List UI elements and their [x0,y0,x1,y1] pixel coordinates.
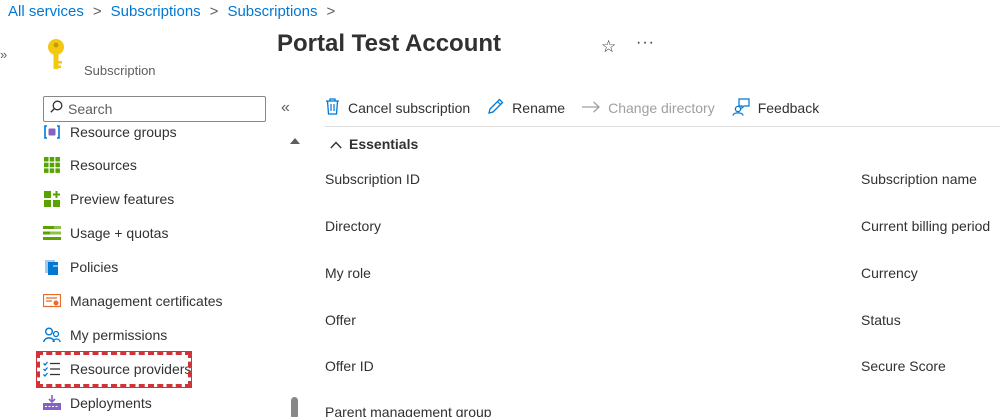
sidebar-item-resource-providers[interactable]: Resource providers [40,353,280,385]
sidebar-item-policies[interactable]: Policies [40,251,280,283]
property-label-offer: Offer [325,312,356,328]
change-directory-label: Change directory [608,100,715,116]
sidebar-item-preview-features[interactable]: Preview features [40,183,280,215]
sidebar-item-management-certificates[interactable]: Management certificates [40,285,280,317]
sidebar-item-resource-groups[interactable]: Resource groups [40,121,280,148]
breadcrumb-separator: > [326,2,336,20]
cancel-subscription-label: Cancel subscription [348,100,471,116]
sidebar-item-my-permissions[interactable]: My permissions [40,319,280,351]
sidebar-item-usage-quotas[interactable]: Usage + quotas [40,217,280,249]
property-label-directory: Directory [325,218,382,234]
sidebar-item-deployments[interactable]: Deployments [40,387,280,417]
sidebar-item-label: Resource groups [70,124,177,140]
rename-label: Rename [512,100,566,116]
divider [325,126,1000,127]
search-input[interactable] [68,101,258,117]
pencil-icon [487,98,512,118]
sidebar-item-label: Policies [70,259,119,275]
property-label-currency: Currency [861,265,918,281]
breadcrumb-subscriptions-2[interactable]: Subscriptions [227,3,317,20]
scroll-thumb[interactable] [291,397,298,417]
resources-grid-icon [43,156,61,174]
page-title: Portal Test Account [277,30,502,57]
sidebar-nav: Resource groups Resources Preview featur… [36,121,288,417]
trash-icon [325,98,348,118]
arrow-right-icon [582,100,608,116]
rename-button[interactable]: Rename [487,98,565,118]
property-label-my-role: My role [325,265,371,281]
change-directory-button[interactable]: Change directory [582,100,715,116]
collapse-menu-icon[interactable]: « [281,99,290,117]
feedback-icon [732,97,758,119]
scroll-up-arrow-icon[interactable] [290,138,300,144]
sidebar-item-label: Resource providers [70,361,192,377]
key-icon [44,37,70,73]
resource-type-label: Subscription [84,63,156,78]
more-options-icon[interactable]: ··· [636,34,655,52]
breadcrumb: All services > Subscriptions > Subscript… [8,1,344,21]
sidebar-item-resources[interactable]: Resources [40,149,280,181]
preview-features-icon [43,190,61,208]
sidebar-item-label: Management certificates [70,293,223,309]
sidebar-item-label: Resources [70,157,137,173]
sidebar-item-label: Deployments [70,395,152,411]
deployments-icon [43,394,61,412]
breadcrumb-separator: > [92,2,102,20]
search-icon [50,100,63,118]
property-label-offer-id: Offer ID [325,358,374,374]
essentials-title: Essentials [349,136,419,152]
breadcrumb-separator: > [209,2,219,20]
sidebar-item-label: Preview features [70,191,175,207]
feedback-button[interactable]: Feedback [732,97,820,119]
property-label-parent-management-group: Parent management group [325,404,492,417]
chevron-up-icon [330,136,349,152]
usage-quotas-icon [43,224,61,242]
policies-icon [43,258,61,276]
resource-providers-icon [43,360,61,378]
sidebar-scrollbar[interactable] [289,131,301,417]
resource-groups-icon [43,123,61,141]
feedback-label: Feedback [757,100,820,116]
property-label-status: Status [861,312,901,328]
essentials-toggle[interactable]: Essentials [330,136,418,152]
breadcrumb-subscriptions[interactable]: Subscriptions [111,3,201,20]
expand-nav-icon[interactable]: » [0,47,7,62]
sidebar-item-label: Usage + quotas [70,225,169,241]
search-box [43,96,266,122]
property-label-secure-score: Secure Score [861,358,946,374]
property-label-subscription-id: Subscription ID [325,171,420,187]
property-label-current-billing-period: Current billing period [861,218,991,234]
property-label-subscription-name: Subscription name [861,171,977,187]
permissions-icon [43,326,61,344]
cancel-subscription-button[interactable]: Cancel subscription [325,98,470,118]
command-bar: Cancel subscription Rename Change direct… [325,92,836,124]
certificate-icon [43,292,61,310]
sidebar-item-label: My permissions [70,327,168,343]
breadcrumb-all-services[interactable]: All services [8,3,84,20]
favorite-star-icon[interactable]: ☆ [601,37,616,57]
